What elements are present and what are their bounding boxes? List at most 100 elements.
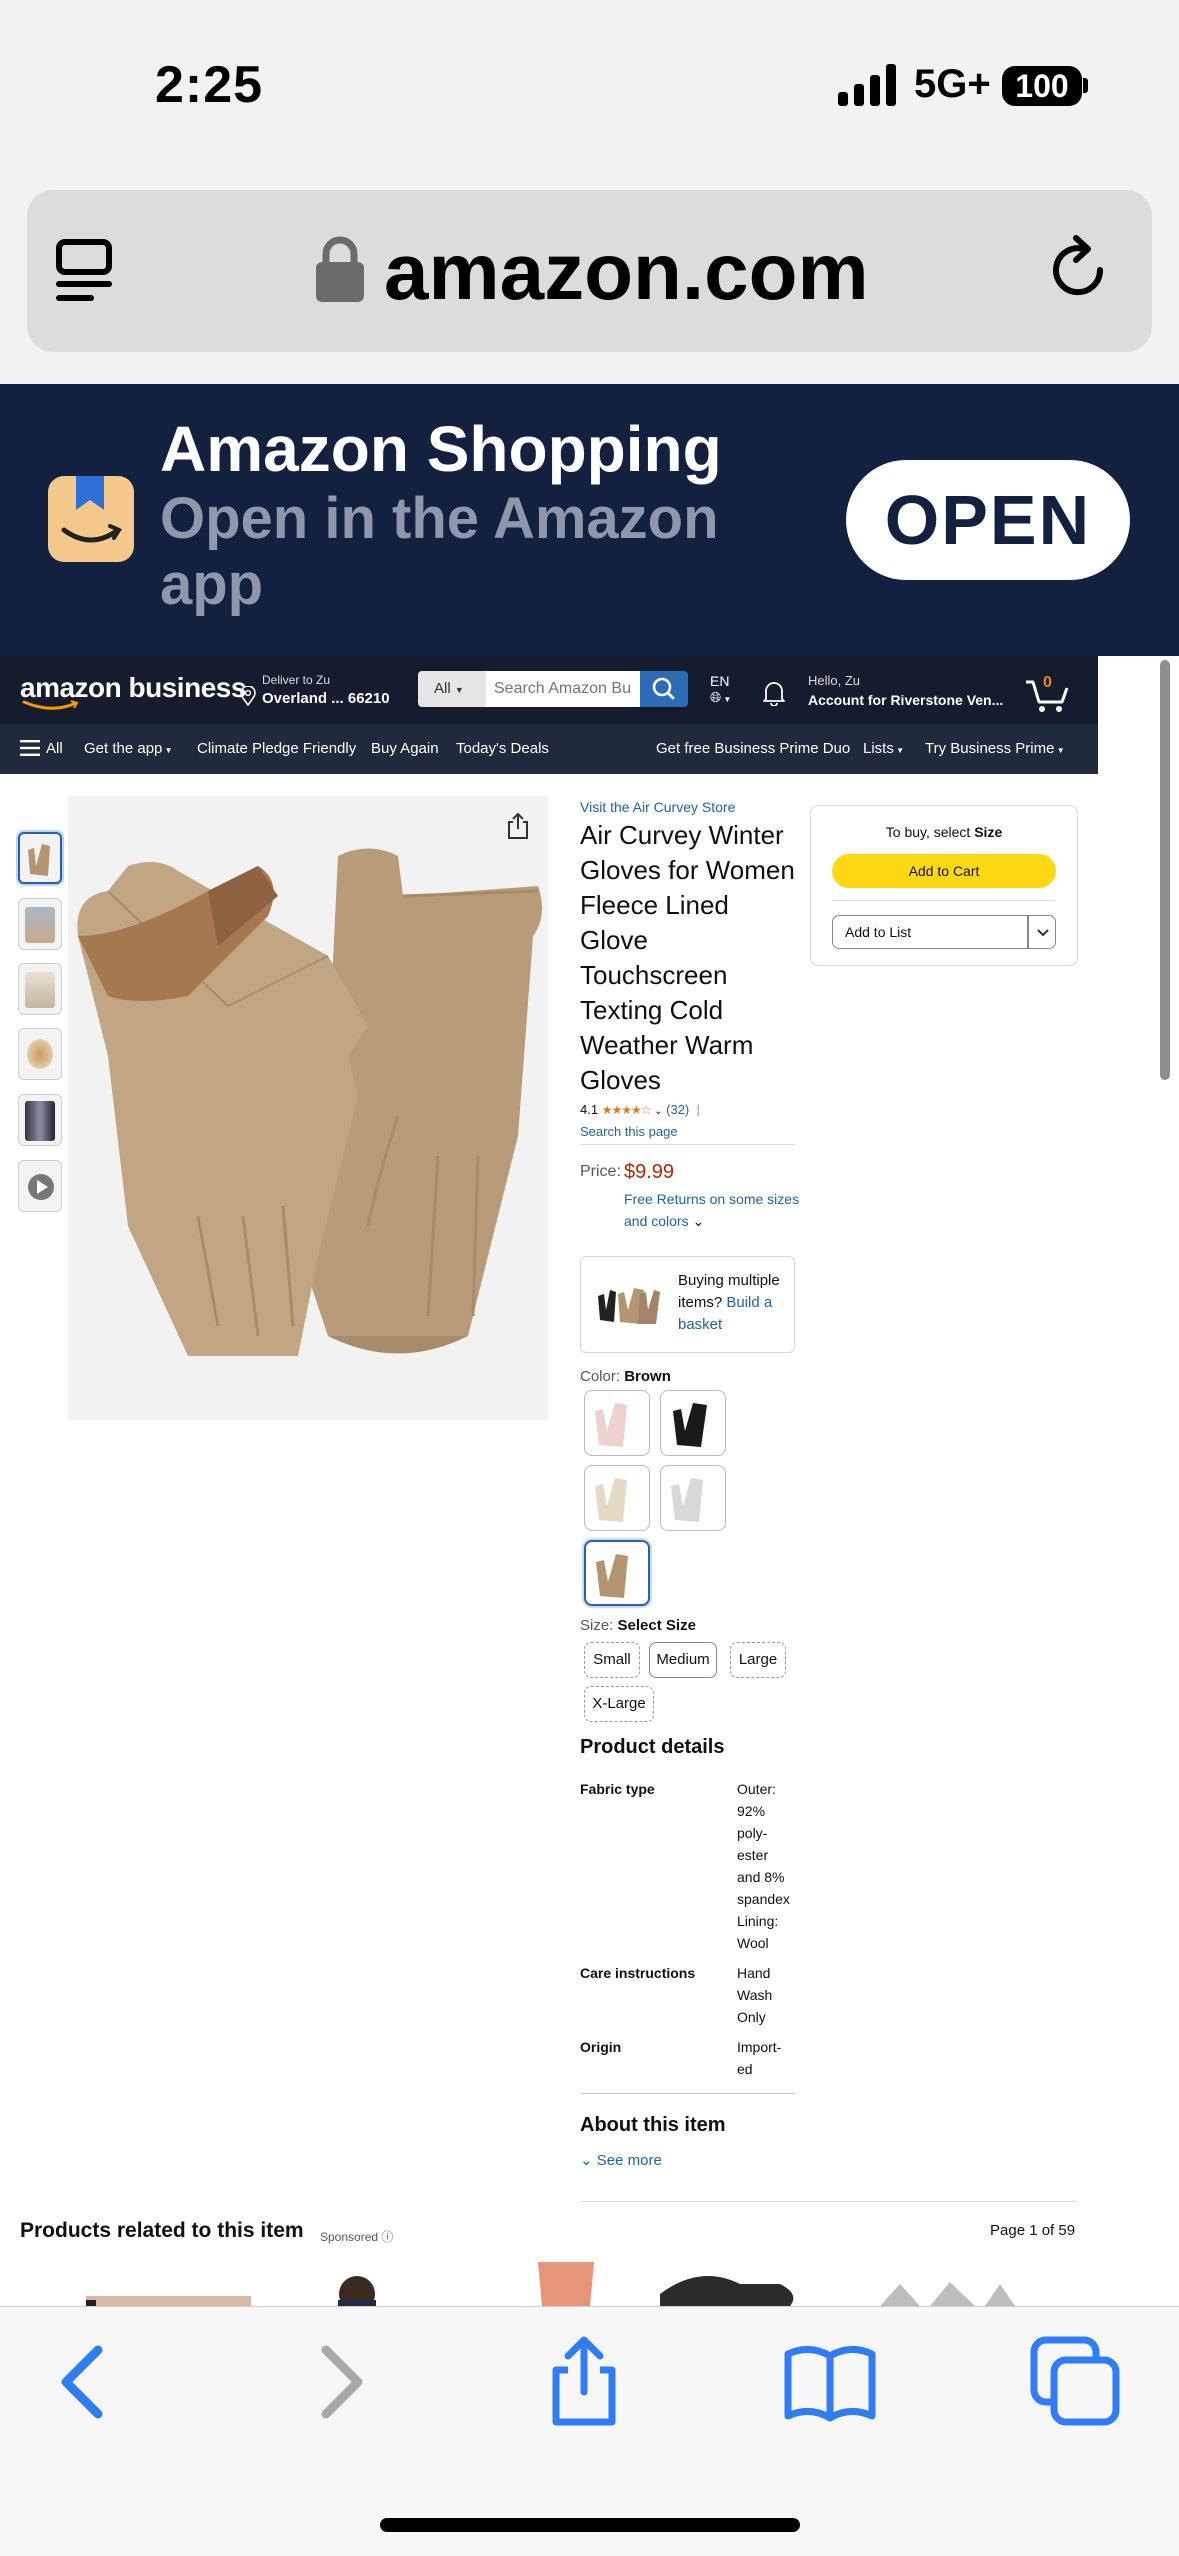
related-products-heading: Products related to this item <box>20 2219 304 2242</box>
search-icon <box>652 677 675 700</box>
page-scrollbar[interactable] <box>1160 660 1170 1080</box>
color-label: Color: Brown <box>580 1368 671 1385</box>
share-icon[interactable] <box>505 812 531 840</box>
divider <box>580 2201 1078 2202</box>
glove-thumbnail-icon <box>28 844 50 876</box>
caret-down-icon: ▼ <box>454 685 464 695</box>
size-x-large[interactable]: X-Large <box>584 1686 654 1722</box>
related-products-strip[interactable] <box>0 2254 1098 2306</box>
chevron-down-icon <box>1037 929 1049 937</box>
spec-fabric-value: Outer: 92% poly-ester and 8% spandex Lin… <box>737 1781 790 1951</box>
free-returns-text: Free Returns on some sizes and colors <box>624 1191 800 1229</box>
nav-buy-again[interactable]: Buy Again <box>371 740 439 757</box>
info-icon[interactable]: ⓘ <box>381 2230 393 2244</box>
color-swatch-beige[interactable] <box>584 1465 650 1531</box>
rating-divider: | <box>692 1102 700 1117</box>
store-link[interactable]: Visit the Air Curvey Store <box>580 799 735 815</box>
chevron-down-icon: ⌄ <box>692 1213 705 1229</box>
url-text[interactable]: amazon.com <box>384 226 869 318</box>
multi-gloves-image <box>598 1288 660 1324</box>
thumbnail-4[interactable] <box>18 1028 62 1080</box>
related-products-images <box>86 2262 1015 2306</box>
add-to-cart-button[interactable]: Add to Cart <box>832 854 1056 888</box>
reader-mode-icon[interactable] <box>55 238 117 304</box>
home-indicator[interactable] <box>380 2518 800 2532</box>
nav-all[interactable]: All <box>46 740 63 757</box>
thumbnail-1[interactable] <box>18 832 62 884</box>
globe-icon: 🌐︎ <box>710 689 722 705</box>
search-category-select[interactable]: All ▼ <box>418 671 486 707</box>
deliver-location[interactable]: Overland ... 66210 <box>262 690 390 707</box>
nav-climate-pledge[interactable]: Climate Pledge Friendly <box>197 740 356 757</box>
status-time: 2:25 <box>155 56 264 114</box>
rating-row[interactable]: 4.1 ★★★★☆ ⌄ (32) | <box>580 1102 700 1117</box>
network-type: 5G+ <box>914 62 991 106</box>
forward-icon[interactable] <box>292 2336 384 2428</box>
search-this-page-link[interactable]: Search this page <box>580 1124 678 1139</box>
nav-prime-duo[interactable]: Get free Business Prime Duo <box>656 740 850 757</box>
language-selector[interactable]: EN 🌐︎ ▼ <box>710 673 731 706</box>
caret-down-icon: ▼ <box>162 746 173 755</box>
pink-glove-swatch <box>595 1403 627 1447</box>
thumbnail-2[interactable] <box>18 898 62 950</box>
language-label: EN <box>710 673 730 689</box>
review-count[interactable]: (32) <box>666 1102 689 1117</box>
cart-count: 0 <box>1043 674 1052 691</box>
share-icon[interactable] <box>538 2336 630 2428</box>
app-banner-title: Amazon Shopping <box>160 413 722 485</box>
color-swatch-black[interactable] <box>660 1390 726 1456</box>
spec-fabric-key: Fabric type <box>580 1781 655 1797</box>
divider <box>580 1144 795 1145</box>
nav-todays-deals[interactable]: Today's Deals <box>456 740 549 757</box>
nav-try-prime[interactable]: Try Business Prime ▼ <box>925 740 1065 757</box>
color-swatch-grey[interactable] <box>660 1465 726 1531</box>
product-details-heading: Product details <box>580 1736 725 1758</box>
account-greeting[interactable]: Hello, Zu <box>808 673 860 688</box>
thumbnail-video[interactable] <box>18 1160 62 1212</box>
search-input[interactable] <box>486 671 640 707</box>
battery-indicator: 100 <box>1002 66 1082 106</box>
reload-icon[interactable] <box>1050 234 1112 304</box>
free-returns-link[interactable]: Free Returns on some sizes and colors ⌄ <box>624 1188 804 1232</box>
product-main-image[interactable] <box>68 796 548 1420</box>
nav-get-app[interactable]: Get the app ▼ <box>84 740 173 757</box>
add-to-list-dropdown[interactable] <box>1028 915 1056 949</box>
size-small[interactable]: Small <box>584 1642 640 1678</box>
size-large[interactable]: Large <box>730 1642 786 1678</box>
thumbnail-5[interactable] <box>18 1094 62 1146</box>
size-medium[interactable]: Medium <box>649 1642 717 1678</box>
black-glove-swatch <box>673 1403 707 1447</box>
location-pin-icon <box>240 686 256 706</box>
see-more-label: See more <box>596 2152 662 2169</box>
bell-icon[interactable] <box>762 680 786 706</box>
color-label-text: Color: <box>580 1368 621 1385</box>
play-icon <box>28 1174 54 1200</box>
account-name[interactable]: Account for Riverstone Ven... <box>808 692 1003 708</box>
price-value: $9.99 <box>624 1161 675 1183</box>
star-rating-icon: ★★★★☆ <box>601 1103 652 1117</box>
deliver-to-label[interactable]: Deliver to Zu <box>262 673 330 687</box>
signal-icon <box>838 64 896 106</box>
hamburger-menu-icon[interactable] <box>20 740 40 756</box>
spec-care-key: Care instructions <box>580 1965 696 1981</box>
chevron-down-icon: ⌄ <box>654 1106 663 1117</box>
color-swatch-brown[interactable] <box>584 1540 650 1606</box>
caret-down-icon: ▼ <box>721 695 732 704</box>
color-swatch-pink[interactable] <box>584 1390 650 1456</box>
search-category-label: All <box>434 680 451 697</box>
grey-glove-swatch <box>671 1478 703 1522</box>
price-label: Price: <box>580 1163 621 1180</box>
add-to-list-button[interactable]: Add to List <box>832 915 1028 949</box>
back-icon[interactable] <box>40 2336 132 2428</box>
tabs-icon[interactable] <box>1030 2336 1122 2428</box>
search-button[interactable] <box>640 671 688 707</box>
caret-down-icon: ▼ <box>1054 746 1065 755</box>
bookmarks-icon[interactable] <box>784 2336 876 2428</box>
thumbnail-3[interactable] <box>18 963 62 1015</box>
gloves-image <box>77 848 542 1356</box>
caret-down-icon: ▼ <box>893 746 904 755</box>
open-app-button[interactable]: OPEN <box>846 460 1130 580</box>
nav-lists[interactable]: Lists ▼ <box>863 740 904 757</box>
see-more-link[interactable]: ⌄ See more <box>580 2151 662 2169</box>
nav-lists-label: Lists <box>863 740 894 757</box>
